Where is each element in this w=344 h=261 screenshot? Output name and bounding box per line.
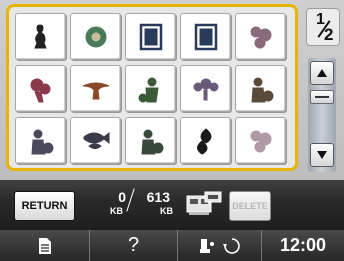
design-thumbnail[interactable] bbox=[180, 117, 231, 164]
figure-scene-icon bbox=[250, 77, 273, 102]
scroll-up-button[interactable] bbox=[310, 61, 334, 85]
memory-used-value: 0 bbox=[118, 189, 126, 205]
flowers-icon bbox=[250, 26, 271, 48]
scroll-down-button[interactable] bbox=[310, 143, 334, 167]
scrollbar-thumb[interactable] bbox=[310, 90, 334, 104]
design-thumbnail[interactable] bbox=[125, 65, 176, 112]
machine-memory-icon bbox=[186, 191, 222, 215]
figure-silhouette-icon bbox=[33, 23, 47, 48]
design-thumbnail[interactable] bbox=[15, 13, 66, 60]
design-thumbnail[interactable] bbox=[235, 117, 286, 164]
memory-used-unit: KB bbox=[110, 206, 123, 216]
fish-icon bbox=[83, 131, 109, 149]
page-indicator: 1 2 bbox=[306, 8, 340, 46]
return-button[interactable]: RETURN bbox=[14, 191, 75, 221]
machine-status-area bbox=[178, 230, 262, 261]
design-grid bbox=[15, 13, 286, 164]
needle-threader-icon bbox=[222, 237, 240, 254]
memory-slash bbox=[126, 188, 135, 212]
design-thumbnail[interactable] bbox=[70, 13, 121, 60]
help-icon: ? bbox=[127, 234, 140, 256]
bouquet-icon bbox=[30, 78, 50, 102]
page-total: 2 bbox=[324, 25, 334, 44]
document-button[interactable] bbox=[0, 230, 90, 261]
memory-total-unit: KB bbox=[160, 206, 173, 216]
design-thumbnail[interactable] bbox=[235, 65, 286, 112]
flowers-icon bbox=[250, 130, 271, 152]
triangle-down-icon bbox=[317, 151, 327, 159]
design-thumbnail[interactable] bbox=[180, 13, 231, 60]
memory-total-value: 613 bbox=[146, 189, 170, 205]
triangle-up-icon bbox=[317, 69, 327, 77]
delete-button[interactable]: DELETE bbox=[229, 191, 271, 221]
design-thumbnail[interactable] bbox=[15, 65, 66, 112]
child-scene-icon bbox=[138, 77, 159, 102]
design-thumbnail[interactable] bbox=[15, 117, 66, 164]
design-selection-frame bbox=[6, 4, 298, 171]
figure-scene-icon bbox=[140, 129, 163, 154]
design-thumbnail[interactable] bbox=[180, 65, 231, 112]
clock: 12:00 bbox=[262, 230, 344, 261]
design-thumbnail[interactable] bbox=[125, 13, 176, 60]
design-thumbnail[interactable] bbox=[235, 13, 286, 60]
framed-picture-icon bbox=[139, 23, 162, 50]
floral-spray-icon bbox=[193, 78, 218, 100]
framed-picture-icon bbox=[194, 23, 217, 50]
presser-foot-icon bbox=[199, 238, 214, 253]
round-ornament-icon bbox=[85, 26, 106, 47]
status-bar: ? 12:00 bbox=[0, 230, 344, 261]
design-thumbnail[interactable] bbox=[70, 117, 121, 164]
design-thumbnail[interactable] bbox=[125, 117, 176, 164]
design-thumbnail[interactable] bbox=[70, 65, 121, 112]
leaf-icon bbox=[196, 127, 211, 155]
embroidery-browser-panel: 1 2 bbox=[0, 0, 344, 180]
document-icon bbox=[38, 237, 51, 254]
figure-scene-icon bbox=[30, 129, 53, 154]
memory-toolbar: RETURN 0 KB 613 KB DELETE bbox=[0, 180, 344, 230]
bird-wings-icon bbox=[82, 82, 109, 99]
help-button[interactable]: ? bbox=[90, 230, 178, 261]
